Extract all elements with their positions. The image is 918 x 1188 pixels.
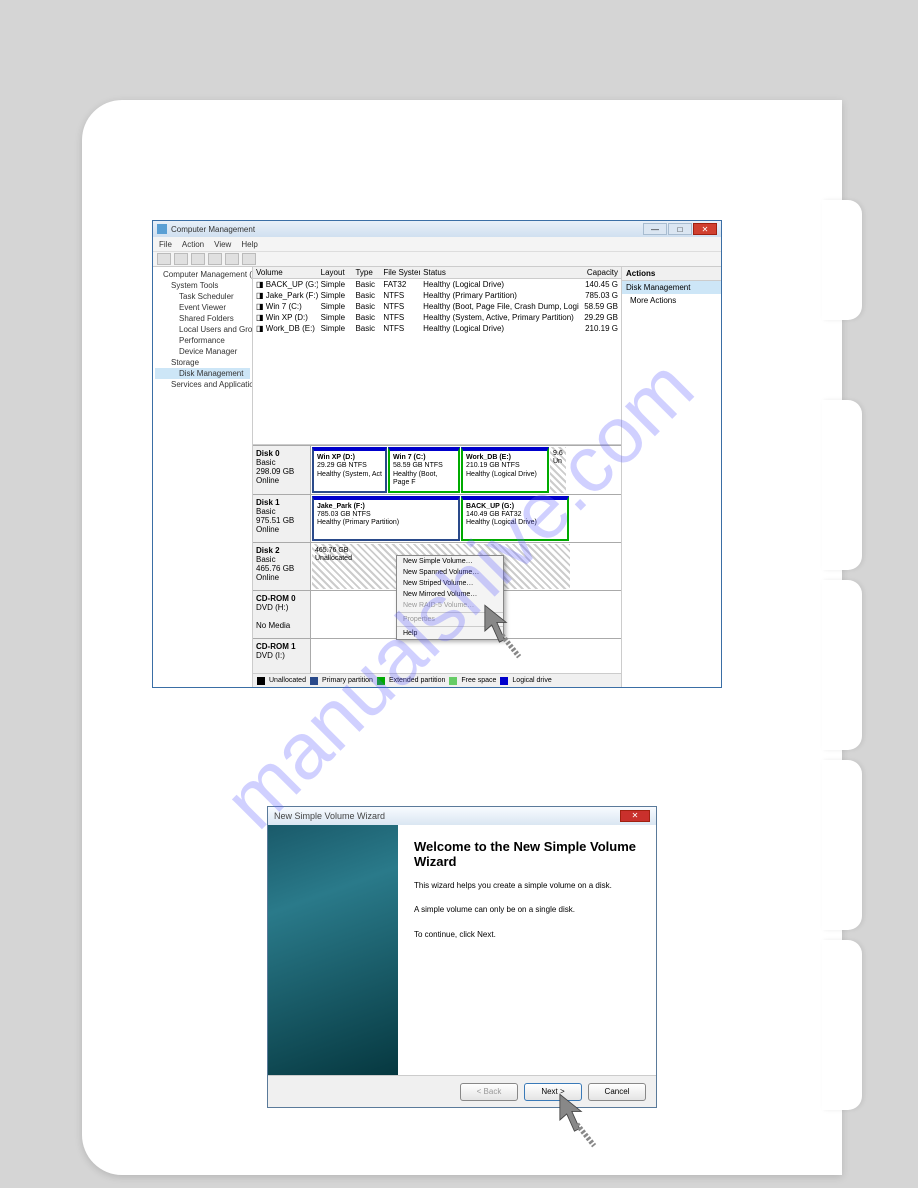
computer-management-window: Computer Management — □ ✕ File Action Vi…	[152, 220, 722, 688]
tree-task-scheduler[interactable]: Task Scheduler	[155, 291, 250, 302]
index-tab	[822, 940, 862, 1110]
volume-row[interactable]: ◨ Win 7 (C:)SimpleBasicNTFSHealthy (Boot…	[253, 301, 621, 312]
menubar: File Action View Help	[153, 237, 721, 251]
refresh-button[interactable]	[208, 253, 222, 265]
wizard-close-button[interactable]: ✕	[620, 810, 650, 822]
index-tab	[822, 760, 862, 930]
col-filesystem[interactable]: File System	[380, 268, 420, 277]
menu-view[interactable]: View	[214, 240, 231, 249]
partition[interactable]: 9.6Un	[550, 447, 566, 493]
tree-services[interactable]: Services and Applications	[155, 379, 250, 390]
actions-pane: Actions Disk Management More Actions	[621, 267, 721, 687]
partition[interactable]: Jake_Park (F:)785.03 GB NTFSHealthy (Pri…	[312, 496, 460, 541]
menu-new-striped-volume[interactable]: New Striped Volume…	[397, 578, 503, 589]
wizard-titlebar[interactable]: New Simple Volume Wizard ✕	[268, 807, 656, 825]
disk-row: CD-ROM 1DVD (I:)	[253, 638, 621, 673]
partition[interactable]: BACK_UP (G:)140.49 GB FAT32Healthy (Logi…	[461, 496, 569, 541]
disk-row: Disk 2Basic465.76 GBOnline465.76 GBUnall…	[253, 542, 621, 590]
cursor-icon	[552, 1090, 602, 1150]
partition[interactable]: Win XP (D:)29.29 GB NTFSHealthy (System,…	[312, 447, 387, 493]
wizard-side-graphic	[268, 825, 398, 1075]
wizard-back-button[interactable]: < Back	[460, 1083, 518, 1101]
tree-performance[interactable]: Performance	[155, 335, 250, 346]
wizard-text-1: This wizard helps you create a simple vo…	[414, 881, 640, 891]
wizard-title: New Simple Volume Wizard	[274, 811, 620, 821]
menu-new-mirrored-volume[interactable]: New Mirrored Volume…	[397, 589, 503, 600]
wizard-text-2: A simple volume can only be on a single …	[414, 905, 640, 915]
help-button[interactable]	[242, 253, 256, 265]
toolbar	[153, 251, 721, 267]
col-status[interactable]: Status	[420, 268, 579, 277]
actions-header: Actions	[622, 267, 721, 281]
actions-more[interactable]: More Actions	[622, 294, 721, 307]
disk-row: Disk 0Basic298.09 GBOnlineWin XP (D:)29.…	[253, 445, 621, 494]
new-simple-volume-wizard: New Simple Volume Wizard ✕ Welcome to th…	[267, 806, 657, 1108]
app-icon	[157, 224, 167, 234]
col-capacity[interactable]: Capacity	[579, 268, 621, 277]
maximize-button[interactable]: □	[668, 223, 692, 235]
col-layout[interactable]: Layout	[318, 268, 353, 277]
volume-row[interactable]: ◨ Jake_Park (F:)SimpleBasicNTFSHealthy (…	[253, 290, 621, 301]
menu-help[interactable]: Help	[241, 240, 257, 249]
tree-root[interactable]: Computer Management (Local	[155, 269, 250, 280]
properties-button[interactable]	[225, 253, 239, 265]
up-button[interactable]	[191, 253, 205, 265]
menu-new-simple-volume[interactable]: New Simple Volume…	[397, 556, 503, 567]
tree-device-manager[interactable]: Device Manager	[155, 346, 250, 357]
disk-row: Disk 1Basic975.51 GBOnlineJake_Park (F:)…	[253, 494, 621, 542]
index-tab	[822, 580, 862, 750]
minimize-button[interactable]: —	[643, 223, 667, 235]
index-tab	[822, 400, 862, 570]
legend-extended: Extended partition	[389, 677, 445, 684]
wizard-text-3: To continue, click Next.	[414, 930, 640, 940]
tree-storage[interactable]: Storage	[155, 357, 250, 368]
tree-system-tools[interactable]: System Tools	[155, 280, 250, 291]
volume-row[interactable]: ◨ BACK_UP (G:)SimpleBasicFAT32Healthy (L…	[253, 279, 621, 290]
volume-row[interactable]: ◨ Work_DB (E:)SimpleBasicNTFSHealthy (Lo…	[253, 323, 621, 334]
legend: Unallocated Primary partition Extended p…	[253, 673, 621, 687]
disks-graphical-view: Disk 0Basic298.09 GBOnlineWin XP (D:)29.…	[253, 445, 621, 673]
actions-disk-management[interactable]: Disk Management	[622, 281, 721, 294]
partition[interactable]: Win 7 (C:)58.59 GB NTFSHealthy (Boot, Pa…	[388, 447, 460, 493]
tree-local-users[interactable]: Local Users and Groups	[155, 324, 250, 335]
window-title: Computer Management	[171, 225, 643, 234]
volumes-list: Volume Layout Type File System Status Ca…	[253, 267, 621, 445]
manual-page-card: Computer Management — □ ✕ File Action Vi…	[82, 100, 842, 1175]
partition[interactable]: Work_DB (E:)210.19 GB NTFSHealthy (Logic…	[461, 447, 549, 493]
close-button[interactable]: ✕	[693, 223, 717, 235]
volumes-header: Volume Layout Type File System Status Ca…	[253, 267, 621, 279]
menu-new-spanned-volume[interactable]: New Spanned Volume…	[397, 567, 503, 578]
tree-event-viewer[interactable]: Event Viewer	[155, 302, 250, 313]
legend-free: Free space	[461, 677, 496, 684]
back-button[interactable]	[157, 253, 171, 265]
index-tab	[822, 200, 862, 320]
cursor-icon	[477, 601, 527, 661]
tree-shared-folders[interactable]: Shared Folders	[155, 313, 250, 324]
tree-disk-management[interactable]: Disk Management	[155, 368, 250, 379]
col-type[interactable]: Type	[352, 268, 380, 277]
legend-unallocated: Unallocated	[269, 677, 306, 684]
menu-action[interactable]: Action	[182, 240, 204, 249]
menu-file[interactable]: File	[159, 240, 172, 249]
wizard-heading: Welcome to the New Simple Volume Wizard	[414, 839, 640, 869]
col-volume[interactable]: Volume	[253, 268, 318, 277]
forward-button[interactable]	[174, 253, 188, 265]
navigation-tree[interactable]: Computer Management (Local System Tools …	[153, 267, 253, 687]
window-titlebar[interactable]: Computer Management — □ ✕	[153, 221, 721, 237]
legend-logical: Logical drive	[512, 677, 551, 684]
volume-row[interactable]: ◨ Win XP (D:)SimpleBasicNTFSHealthy (Sys…	[253, 312, 621, 323]
legend-primary: Primary partition	[322, 677, 373, 684]
